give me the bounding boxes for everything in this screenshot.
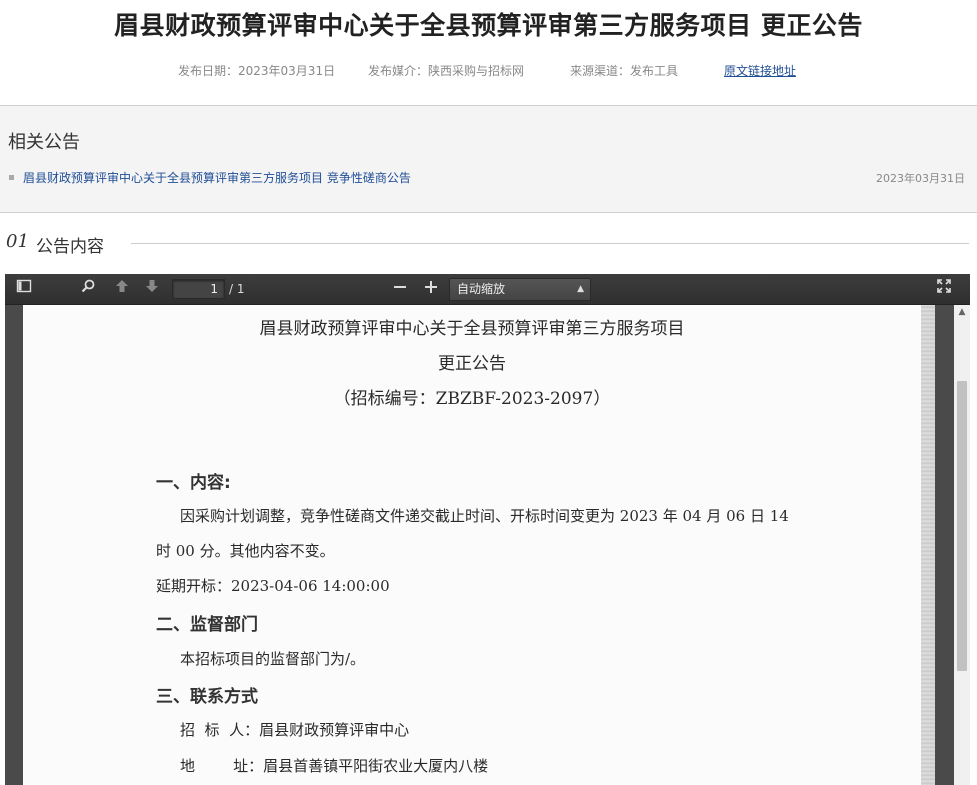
page-number-input[interactable]: 1	[172, 279, 225, 299]
section-number: 01	[6, 231, 29, 252]
doc-heading-supervision: 二、监督部门	[156, 615, 258, 635]
zoom-value: 自动缩放	[457, 282, 506, 296]
bullet-icon	[9, 175, 14, 180]
pdf-toolbar: 1 / 1 自动缩放 ▲▼	[5, 274, 970, 315]
related-title: 相关公告	[8, 132, 80, 153]
zoom-select[interactable]: 自动缩放 ▲▼	[449, 278, 591, 315]
scroll-thumb[interactable]	[957, 381, 967, 671]
original-link[interactable]: 原文链接地址	[724, 62, 796, 79]
scan-edge	[921, 305, 935, 785]
related-item-date: 2023年03月31日	[876, 172, 965, 185]
doc-paragraph: 时 00 分。其他内容不变。	[156, 542, 335, 560]
search-icon[interactable]	[77, 278, 99, 300]
related-announcements: 相关公告 眉县财政预算评审中心关于全县预算评审第三方服务项目 竞争性磋商公告 2…	[0, 106, 977, 213]
doc-title-line2: 更正公告	[438, 354, 506, 374]
doc-heading-content: 一、内容:	[156, 473, 231, 493]
sidebar-toggle-icon[interactable]	[13, 278, 35, 300]
doc-tender-number: （招标编号：ZBZBF-2023-2097）	[333, 389, 611, 409]
minus-icon[interactable]	[389, 278, 411, 300]
pdf-page: 眉县财政预算评审中心关于全县预算评审第三方服务项目 更正公告 （招标编号：ZBZ…	[23, 305, 935, 785]
related-item-link[interactable]: 眉县财政预算评审中心关于全县预算评审第三方服务项目 竞争性磋商公告	[23, 169, 411, 186]
doc-paragraph: 地 址：眉县首善镇平阳街农业大厦内八楼	[180, 757, 489, 775]
fullscreen-icon[interactable]	[933, 278, 955, 300]
plus-icon[interactable]	[420, 278, 442, 300]
page-total: / 1	[229, 282, 245, 296]
doc-paragraph: 本招标项目的监督部门为/。	[180, 650, 366, 668]
section-divider	[131, 243, 969, 244]
doc-paragraph: 因采购计划调整，竞争性磋商文件递交截止时间、开标时间变更为 2023 年 04 …	[180, 507, 789, 525]
publish-media: 发布媒介：陕西采购与招标网	[368, 64, 525, 78]
source-channel: 来源渠道：发布工具	[570, 64, 679, 78]
pdf-viewer: 1 / 1 自动缩放 ▲▼ 眉县财政预算评审中心关于全县预算评审第三方服务项目 …	[5, 274, 970, 785]
scrollbar[interactable]: ▲	[954, 305, 970, 785]
section-title: 公告内容	[36, 237, 104, 257]
doc-title-line1: 眉县财政预算评审中心关于全县预算评审第三方服务项目	[259, 319, 685, 339]
scroll-up-icon[interactable]: ▲	[954, 307, 970, 319]
page-title: 眉县财政预算评审中心关于全县预算评审第三方服务项目 更正公告	[114, 11, 863, 40]
doc-paragraph: 延期开标：2023-04-06 14:00:00	[156, 577, 390, 595]
arrow-down-icon[interactable]	[141, 278, 163, 300]
arrow-up-icon[interactable]	[111, 278, 133, 300]
doc-heading-contact: 三、联系方式	[156, 687, 258, 707]
publish-date: 发布日期：2023年03月31日	[178, 64, 336, 78]
doc-paragraph: 招 标 人：眉县财政预算评审中心	[180, 721, 410, 739]
